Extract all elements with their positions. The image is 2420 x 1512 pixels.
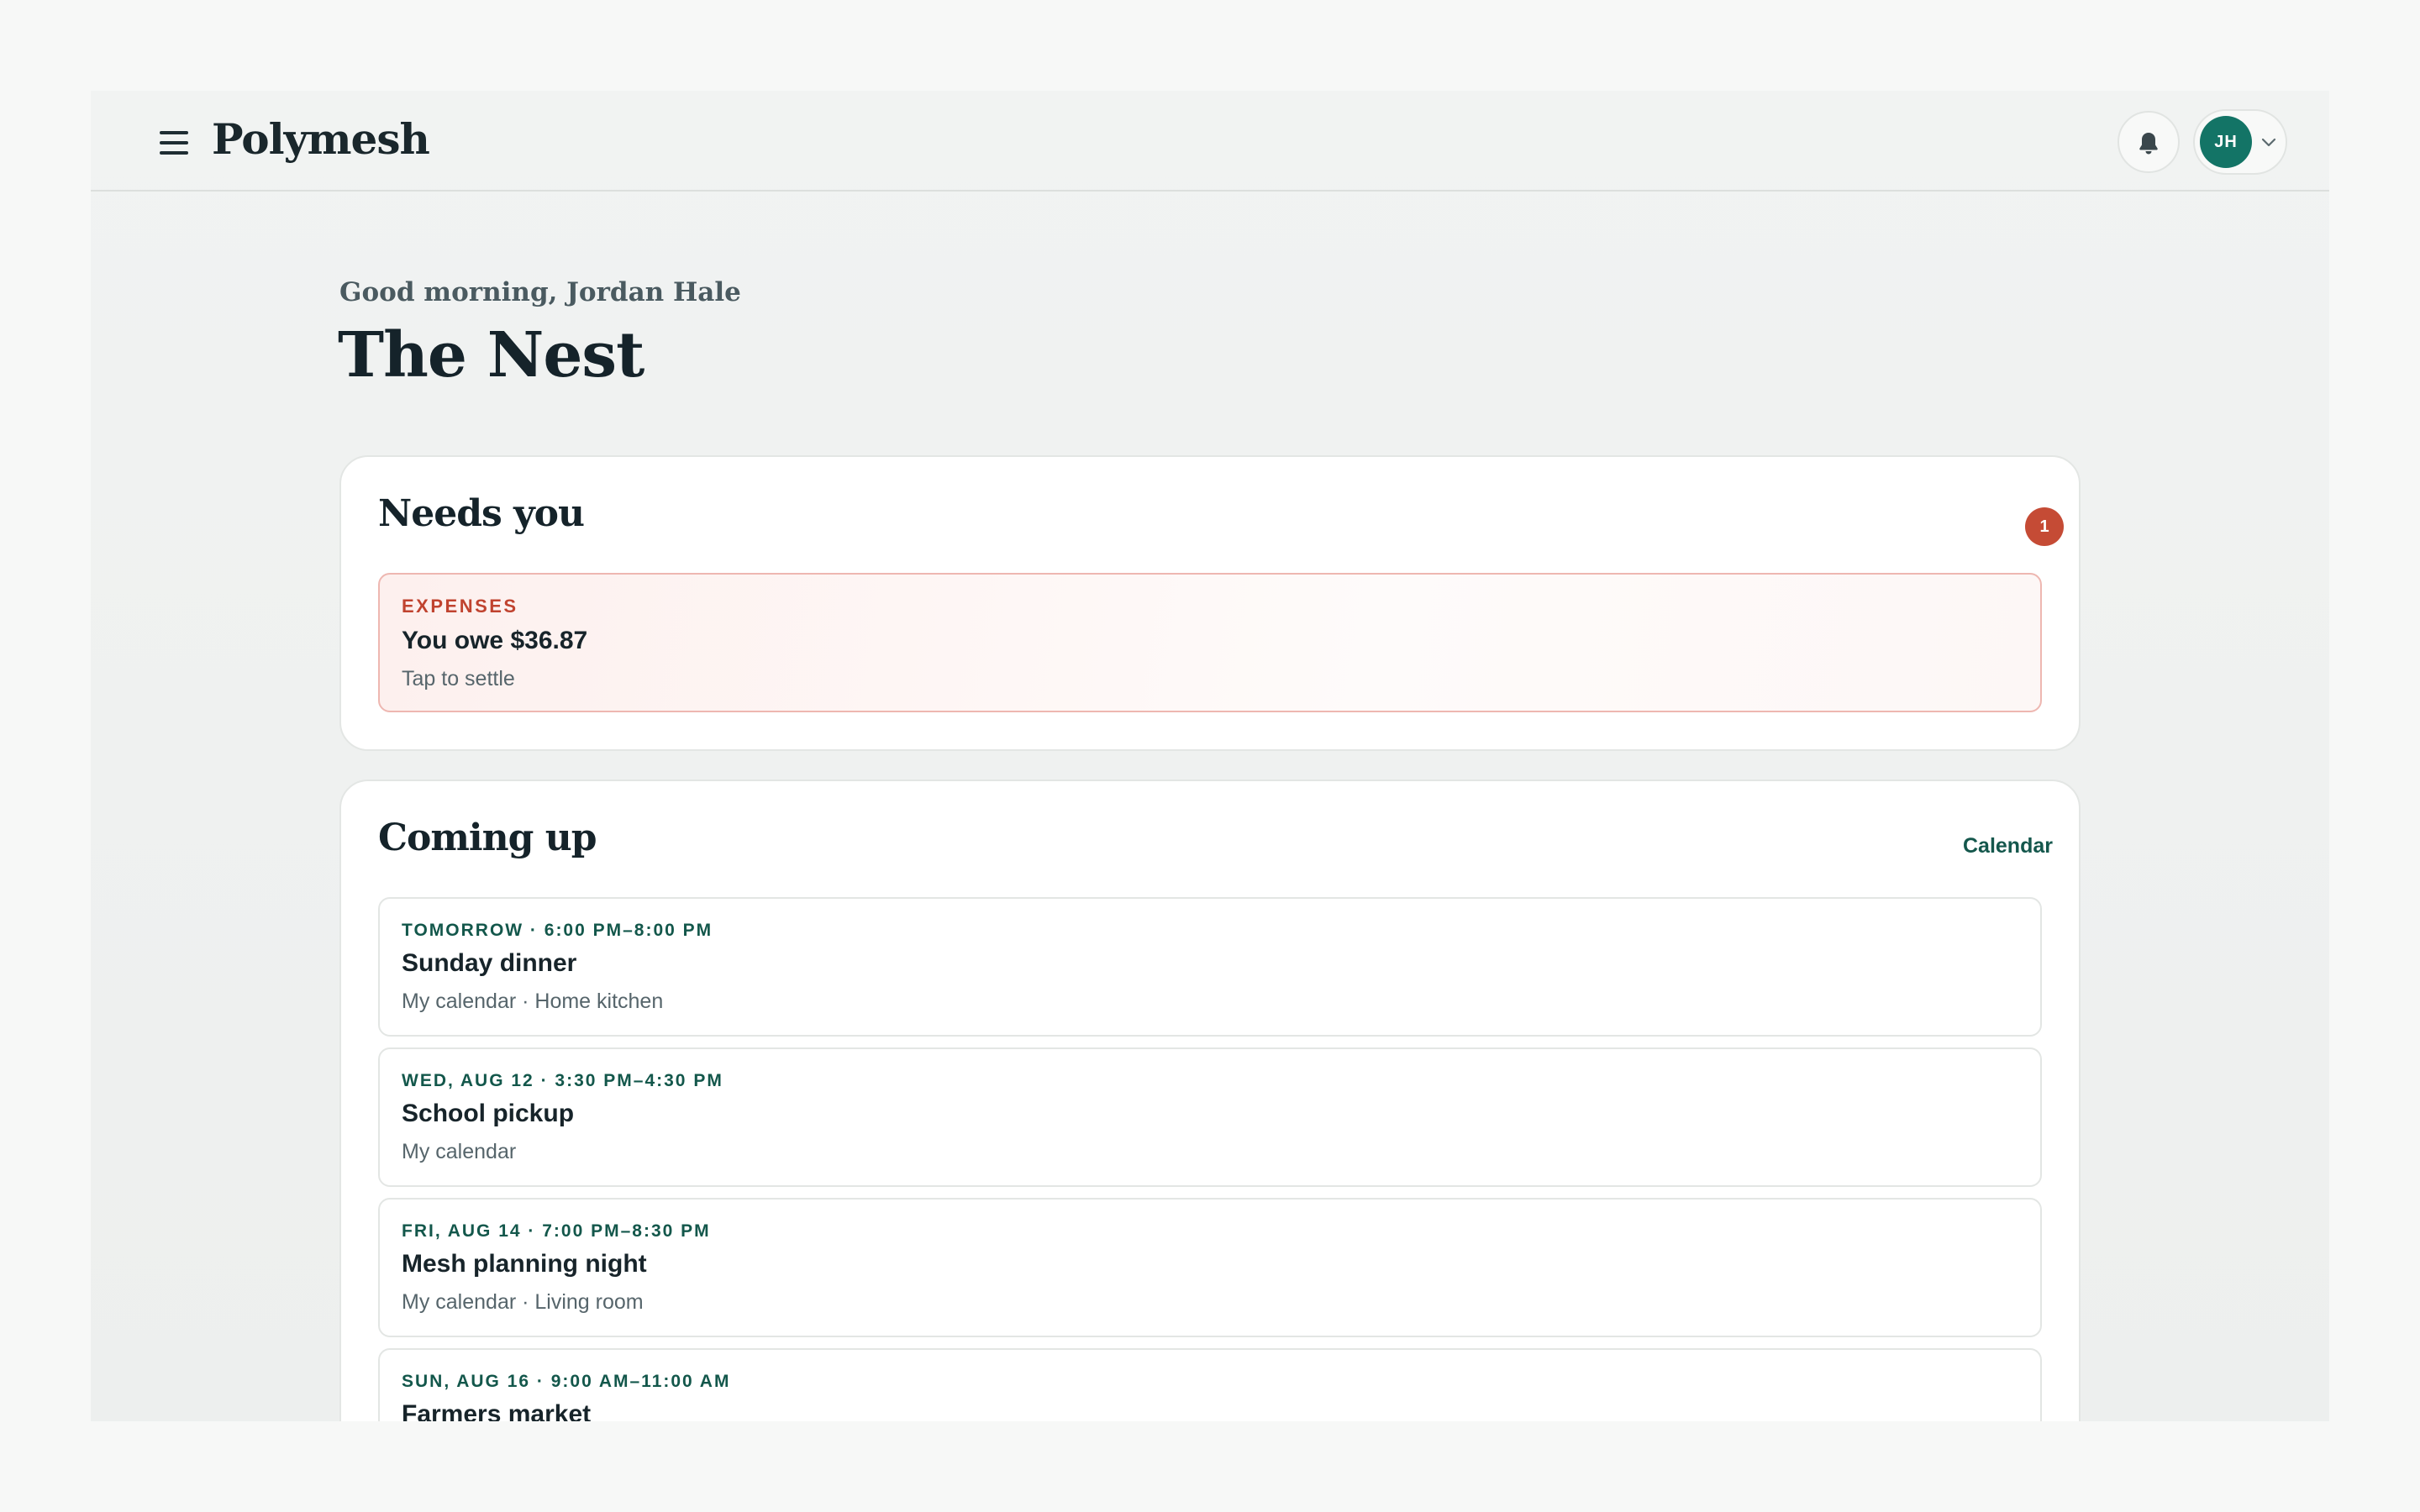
event-time: SUN, AUG 16 · 9:00 AM–11:00 AM bbox=[402, 1372, 731, 1391]
avatar: JH bbox=[2200, 116, 2252, 168]
coming-up-card: Coming up Calendar TOMORROW · 6:00 PM–8:… bbox=[339, 780, 2081, 1421]
expense-alert-item[interactable]: EXPENSES You owe $36.87 Tap to settle bbox=[378, 573, 2042, 712]
event-item[interactable]: WED, AUG 12 · 3:30 PM–4:30 PM School pic… bbox=[378, 1047, 2042, 1187]
event-item[interactable]: TOMORROW · 6:00 PM–8:00 PM Sunday dinner… bbox=[378, 897, 2042, 1037]
brand-logo[interactable]: Polymesh bbox=[212, 114, 430, 165]
top-bar: Polymesh JH bbox=[91, 91, 2329, 192]
needs-you-title: Needs you bbox=[378, 492, 585, 535]
event-details: My calendar bbox=[402, 1140, 517, 1163]
event-title: School pickup bbox=[402, 1100, 575, 1127]
event-list: TOMORROW · 6:00 PM–8:00 PM Sunday dinner… bbox=[378, 897, 2042, 1421]
event-details: My calendar · Living room bbox=[402, 1290, 644, 1314]
event-details: My calendar · Home kitchen bbox=[402, 990, 664, 1013]
alert-subtitle: Tap to settle bbox=[402, 667, 515, 690]
app-window: Polymesh JH Good morning, Jordan Hale Th… bbox=[91, 91, 2329, 1421]
hamburger-menu-icon[interactable] bbox=[151, 119, 198, 166]
event-item[interactable]: FRI, AUG 14 · 7:00 PM–8:30 PM Mesh plann… bbox=[378, 1198, 2042, 1337]
alert-title: You owe $36.87 bbox=[402, 627, 588, 654]
event-title: Sunday dinner bbox=[402, 949, 577, 977]
coming-up-title: Coming up bbox=[378, 816, 597, 859]
needs-you-card: Needs you 1 EXPENSES You owe $36.87 Tap … bbox=[339, 455, 2081, 751]
page-title: The Nest bbox=[338, 319, 644, 391]
greeting-text: Good morning, Jordan Hale bbox=[339, 277, 741, 307]
event-title: Mesh planning night bbox=[402, 1250, 647, 1278]
alert-category: EXPENSES bbox=[402, 596, 518, 617]
needs-you-count-badge: 1 bbox=[2025, 507, 2064, 546]
bell-icon bbox=[2139, 133, 2158, 155]
notifications-button[interactable] bbox=[2118, 111, 2180, 173]
event-time: WED, AUG 12 · 3:30 PM–4:30 PM bbox=[402, 1071, 723, 1090]
event-time: FRI, AUG 14 · 7:00 PM–8:30 PM bbox=[402, 1221, 711, 1241]
event-time: TOMORROW · 6:00 PM–8:00 PM bbox=[402, 921, 713, 940]
chevron-down-icon bbox=[2261, 138, 2276, 147]
calendar-link[interactable]: Calendar bbox=[1963, 832, 2053, 860]
event-item[interactable]: SUN, AUG 16 · 9:00 AM–11:00 AM Farmers m… bbox=[378, 1348, 2042, 1421]
event-title: Farmers market bbox=[402, 1400, 592, 1421]
account-menu-button[interactable]: JH bbox=[2193, 109, 2287, 175]
